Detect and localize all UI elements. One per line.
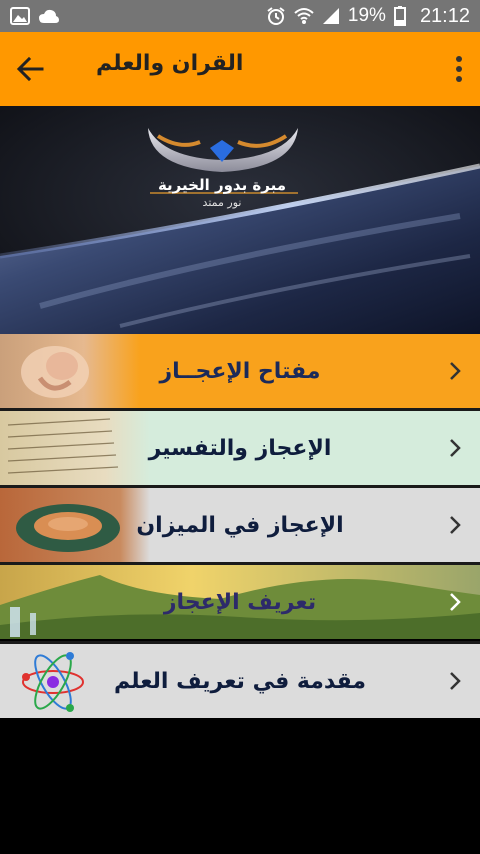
cloud-notification-icon [39,9,59,23]
menu-item-label: الإعجاز والتفسير [148,435,332,461]
status-bar: 19% 21:12 [0,0,480,32]
chevron-right-icon [450,516,461,534]
logo-line2: نور ممتد [203,196,242,209]
menu-item-label: مقدمة في تعريف العلم [113,668,367,694]
chevron-right-icon [450,439,461,457]
chevron-right-icon [450,672,461,690]
overflow-menu-icon[interactable] [452,54,466,84]
battery-percent: 19% [347,5,386,26]
menu-item-label: الإعجاز في الميزان [136,512,344,538]
app-bar: القران والعلم [0,32,480,106]
logo-line1: مبرة بدور الخيرية [158,176,286,194]
wifi-icon [294,8,314,24]
menu-item-miracle-key[interactable]: مفتاح الإعجــاز [0,334,480,408]
image-notification-icon [10,7,30,25]
back-arrow-icon[interactable] [12,52,48,86]
earth-horizon-image: مبرة بدور الخيرية نور ممتد [0,106,480,334]
signal-icon [322,8,339,24]
status-clock: 21:12 [419,4,470,27]
menu-item-label: مفتاح الإعجــاز [159,358,321,384]
chevron-right-icon [450,593,461,611]
alarm-icon [267,7,285,25]
battery-icon [393,6,406,26]
chevron-right-icon [450,362,461,380]
menu-item-miracle-balance[interactable]: الإعجاز في الميزان [0,488,480,562]
menu-item-label: تعريف الإعجاز [163,589,317,615]
header-banner: مبرة بدور الخيرية نور ممتد [0,106,480,334]
menu-item-miracle-tafsir[interactable]: الإعجاز والتفسير [0,411,480,485]
page-title: القران والعلم [96,51,244,76]
menu-item-miracle-definition[interactable]: تعريف الإعجاز [0,565,480,639]
menu-item-science-intro[interactable]: مقدمة في تعريف العلم [0,644,480,718]
